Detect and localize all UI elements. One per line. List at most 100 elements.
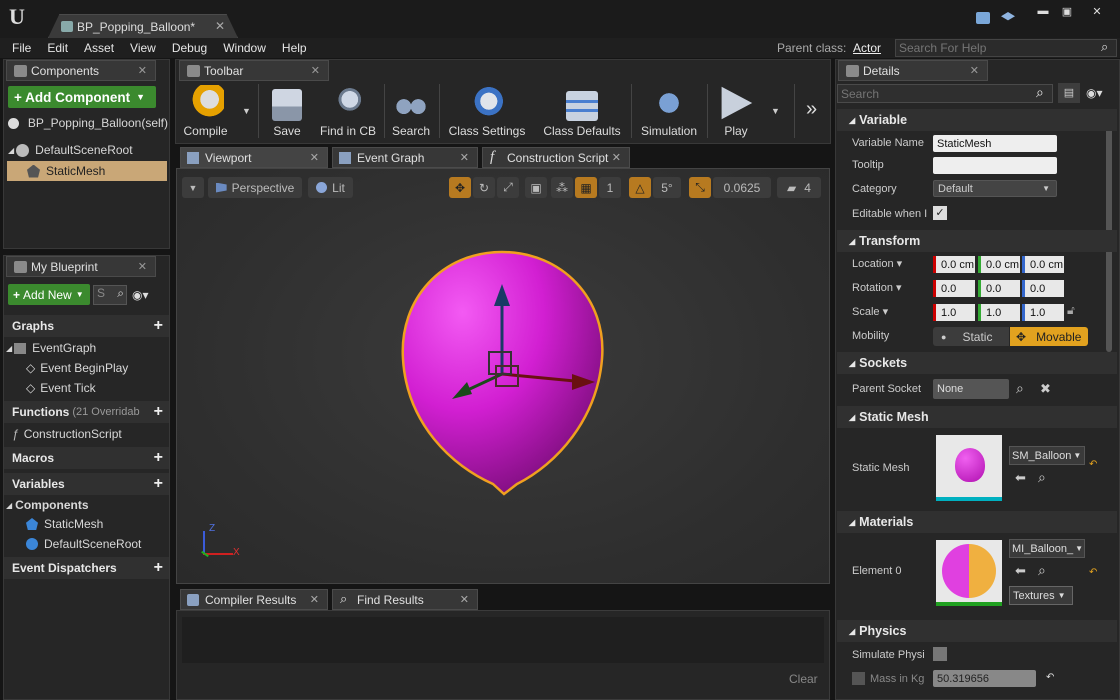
add-dispatcher-icon[interactable]: + xyxy=(154,560,163,576)
materials-section-header[interactable]: ◢ Materials xyxy=(837,511,1117,533)
self-root-item[interactable]: BP_Popping_Balloon(self) xyxy=(8,113,168,133)
help-search-input[interactable] xyxy=(895,39,1117,57)
my-blueprint-tab[interactable]: My Blueprint ✕ xyxy=(6,256,156,277)
use-selected-arrow-icon[interactable]: ⬅ xyxy=(1015,563,1026,579)
lit-button[interactable]: Lit xyxy=(308,177,353,198)
use-selected-arrow-icon[interactable]: ⬅ xyxy=(1015,470,1026,486)
viewport[interactable]: ▼ Perspective Lit ✥ ↻ ⤢ ▣ ⁂ ▦ 1 △ 5° ⤡ 0… xyxy=(176,168,830,584)
graphs-section[interactable]: Graphs + xyxy=(4,315,169,337)
physics-section-header[interactable]: ◢ Physics xyxy=(837,620,1117,642)
static-mesh-thumbnail[interactable] xyxy=(936,435,1002,501)
clear-x-icon[interactable]: ✖ xyxy=(1040,381,1051,397)
eye-icon[interactable]: ◉▾ xyxy=(132,288,149,302)
perspective-button[interactable]: Perspective xyxy=(208,177,302,198)
textures-dropdown[interactable]: Textures ▼ xyxy=(1009,586,1073,605)
add-variable-icon[interactable]: + xyxy=(154,476,163,492)
close-icon[interactable]: ✕ xyxy=(310,151,319,164)
location-z-input[interactable]: 0.0 cm xyxy=(1022,256,1064,273)
rotation-z-input[interactable]: 0.0 xyxy=(1022,280,1064,297)
browse-magnifier-icon[interactable]: ⌕ xyxy=(1038,469,1046,486)
parent-class-link[interactable]: Actor xyxy=(853,41,881,55)
material-thumbnail[interactable] xyxy=(936,540,1002,606)
components-category[interactable]: ◢ Components xyxy=(6,495,89,515)
close-icon[interactable]: ✕ xyxy=(460,151,469,164)
tab-compiler-results[interactable]: Compiler Results ✕ xyxy=(180,589,328,610)
camera-speed-button[interactable]: ▰ 4 xyxy=(777,177,821,198)
class-settings-button[interactable]: Class Settings xyxy=(444,84,530,140)
variable-name-input[interactable]: StaticMesh xyxy=(933,135,1057,152)
rotation-label[interactable]: Rotation ▾ xyxy=(852,281,902,294)
parent-socket-input[interactable]: None xyxy=(933,379,1009,399)
play-button[interactable]: Play xyxy=(712,84,760,140)
variable-static-mesh[interactable]: StaticMesh xyxy=(26,514,103,534)
close-icon[interactable]: ✕ xyxy=(138,260,147,273)
scale-y-input[interactable]: 1.0 xyxy=(978,304,1020,321)
close-window-button[interactable]: ✕ xyxy=(1086,3,1108,19)
close-icon[interactable]: ✕ xyxy=(215,19,225,33)
transform-section-header[interactable]: ◢ Transform xyxy=(837,230,1117,252)
compile-button[interactable]: Compile xyxy=(178,84,233,140)
mass-override-checkbox[interactable] xyxy=(852,672,865,685)
scale-x-input[interactable]: 1.0 xyxy=(933,304,975,321)
material-asset-dropdown[interactable]: MI_Balloon_ ▼ xyxy=(1009,539,1085,558)
play-options-chevron-icon[interactable]: ▼ xyxy=(771,106,780,116)
close-icon[interactable]: ✕ xyxy=(138,64,147,77)
browse-magnifier-icon[interactable]: ⌕ xyxy=(1038,562,1046,579)
toolbar-tab[interactable]: Toolbar ✕ xyxy=(179,60,329,81)
blueprint-search-input[interactable]: S ⌕ xyxy=(93,285,127,305)
variable-section-header[interactable]: ◢ Variable xyxy=(837,109,1117,131)
tree-item-default-scene-root[interactable]: ◢ DefaultSceneRoot xyxy=(8,140,168,160)
compile-options-chevron-icon[interactable]: ▼ xyxy=(242,106,251,116)
static-mesh-asset-dropdown[interactable]: SM_Balloon ▼ xyxy=(1009,446,1085,465)
construction-script-item[interactable]: ƒ ConstructionScript xyxy=(12,424,122,444)
reset-arrow-icon[interactable]: ↶ xyxy=(1089,459,1097,470)
search-button[interactable]: Search xyxy=(388,84,434,140)
category-dropdown[interactable]: Default ▼ xyxy=(933,180,1057,197)
add-component-button[interactable]: + Add Component ▼ xyxy=(8,86,156,108)
eye-icon[interactable]: ◉▾ xyxy=(1086,86,1103,100)
rotation-y-input[interactable]: 0.0 xyxy=(978,280,1020,297)
menu-debug[interactable]: Debug xyxy=(164,41,215,55)
close-icon[interactable]: ✕ xyxy=(310,593,319,606)
chat-icon[interactable] xyxy=(976,12,990,24)
viewport-options-button[interactable]: ▼ xyxy=(182,177,204,198)
menu-help[interactable]: Help xyxy=(274,41,315,55)
grid-snap-value[interactable]: 1 xyxy=(599,177,621,198)
variables-section[interactable]: Variables + xyxy=(4,473,169,495)
toolbar-overflow-icon[interactable]: » xyxy=(806,98,817,121)
translate-mode-button[interactable]: ✥ xyxy=(449,177,471,198)
add-graph-icon[interactable]: + xyxy=(154,318,163,334)
grid-snap-button[interactable]: ▦ xyxy=(575,177,597,198)
tab-find-results[interactable]: ⌕ Find Results ✕ xyxy=(332,589,478,610)
simulation-button[interactable]: Simulation xyxy=(636,84,702,140)
class-defaults-button[interactable]: Class Defaults xyxy=(538,84,626,140)
find-in-cb-button[interactable]: Find in CB xyxy=(316,84,380,140)
scale-label[interactable]: Scale ▾ xyxy=(852,305,888,318)
angle-snap-button[interactable]: △ xyxy=(629,177,651,198)
close-icon[interactable]: ✕ xyxy=(311,64,320,77)
simulate-physics-checkbox[interactable] xyxy=(933,647,947,661)
close-icon[interactable]: ✕ xyxy=(460,593,469,606)
mass-input[interactable]: 50.319656 xyxy=(933,670,1036,687)
event-dispatchers-section[interactable]: Event Dispatchers + xyxy=(4,557,169,579)
minimize-button[interactable]: ▬ xyxy=(1032,3,1054,19)
menu-window[interactable]: Window xyxy=(215,41,274,55)
location-label[interactable]: Location ▾ xyxy=(852,257,902,270)
magnifier-icon[interactable]: ⌕ xyxy=(1016,380,1024,397)
lock-icon[interactable]: 🔓︎ xyxy=(1067,303,1075,318)
menu-edit[interactable]: Edit xyxy=(39,41,76,55)
add-new-button[interactable]: + Add New ▼ xyxy=(8,284,90,305)
compiler-results-area[interactable]: Clear xyxy=(176,610,830,700)
tab-event-graph[interactable]: Event Graph ✕ xyxy=(332,147,478,168)
location-y-input[interactable]: 0.0 cm xyxy=(978,256,1020,273)
add-macro-icon[interactable]: + xyxy=(154,450,163,466)
scale-snap-button[interactable]: ⤡ xyxy=(689,177,711,198)
learn-icon[interactable] xyxy=(1001,12,1015,21)
scale-snap-value[interactable]: 0.0625 xyxy=(713,177,771,198)
reset-arrow-icon[interactable]: ↶ xyxy=(1089,567,1097,578)
maximize-button[interactable]: ▣ xyxy=(1056,3,1078,19)
rotate-mode-button[interactable]: ↻ xyxy=(473,177,495,198)
editable-checkbox[interactable]: ✓ xyxy=(933,206,947,220)
document-tab[interactable]: BP_Popping_Balloon* ✕ xyxy=(48,14,238,38)
event-graph-item[interactable]: ◢ EventGraph xyxy=(6,338,96,358)
